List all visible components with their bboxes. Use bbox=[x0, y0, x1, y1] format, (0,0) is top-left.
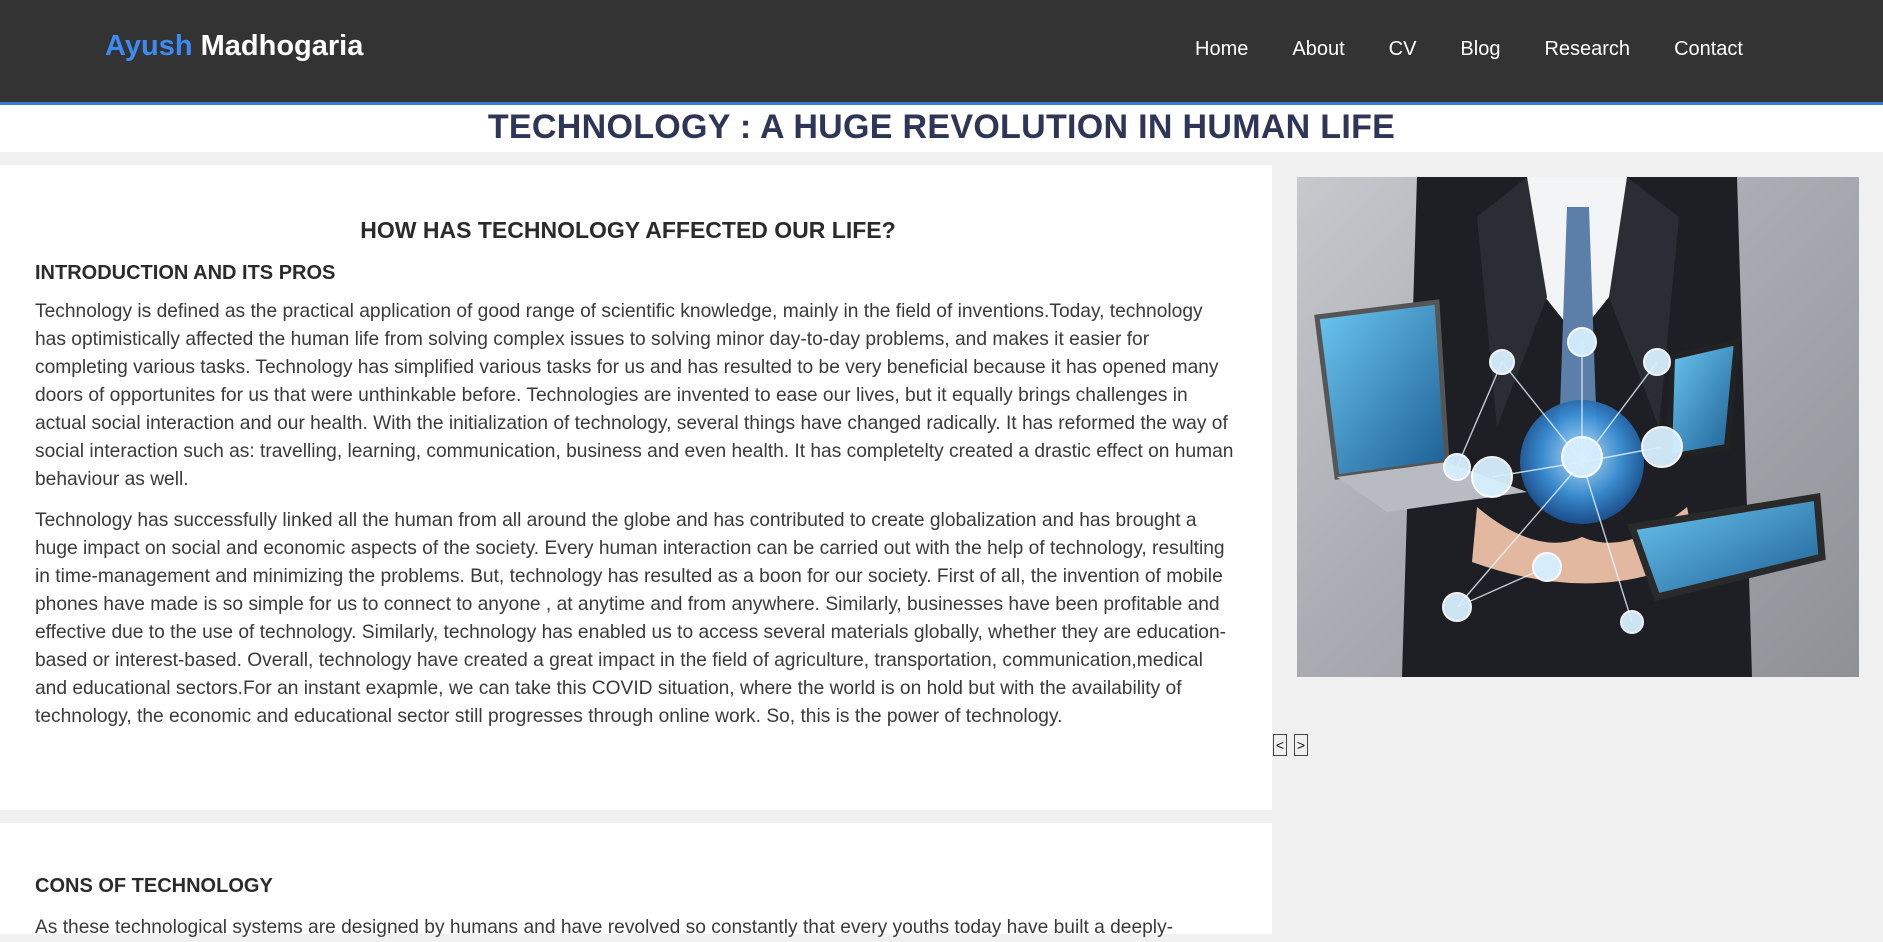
nav-blog[interactable]: Blog bbox=[1460, 38, 1500, 61]
carousel-prev-button[interactable]: < bbox=[1273, 734, 1287, 756]
cons-heading: CONS OF TECHNOLOGY bbox=[35, 875, 273, 897]
intro-heading: INTRODUCTION AND ITS PROS bbox=[35, 262, 336, 284]
pros-paragraph: Technology has successfully linked all t… bbox=[35, 510, 1227, 727]
brand-last-name[interactable]: Madhogaria bbox=[201, 30, 364, 62]
page-title: TECHNOLOGY : A HUGE REVOLUTION IN HUMAN … bbox=[487, 108, 1396, 146]
businessman-network-image bbox=[1314, 177, 1826, 677]
technology-illustration bbox=[1297, 177, 1859, 677]
brand-first-name[interactable]: Ayush bbox=[105, 30, 193, 62]
article-heading: HOW HAS TECHNOLOGY AFFECTED OUR LIFE? bbox=[360, 217, 896, 243]
article-card: HOW HAS TECHNOLOGY AFFECTED OUR LIFE? IN… bbox=[0, 165, 1272, 810]
nav-about[interactable]: About bbox=[1292, 38, 1344, 61]
carousel-next-button[interactable]: > bbox=[1294, 734, 1308, 756]
nav-research[interactable]: Research bbox=[1544, 38, 1630, 61]
cons-paragraph: As these technological systems are desig… bbox=[35, 917, 1174, 938]
nav-menu: Home About CV Blog Research Contact bbox=[1195, 38, 1743, 61]
site-brand[interactable]: Ayush Madhogaria bbox=[105, 30, 363, 63]
nav-cv[interactable]: CV bbox=[1389, 38, 1417, 61]
title-bar: TECHNOLOGY : A HUGE REVOLUTION IN HUMAN … bbox=[0, 105, 1883, 152]
cons-card: CONS OF TECHNOLOGY As these technologica… bbox=[0, 823, 1272, 938]
navbar: Ayush Madhogaria Home About CV Blog Rese… bbox=[0, 0, 1883, 105]
intro-paragraph: Technology is defined as the practical a… bbox=[35, 301, 1234, 490]
nav-contact[interactable]: Contact bbox=[1674, 38, 1743, 61]
nav-home[interactable]: Home bbox=[1195, 38, 1248, 61]
